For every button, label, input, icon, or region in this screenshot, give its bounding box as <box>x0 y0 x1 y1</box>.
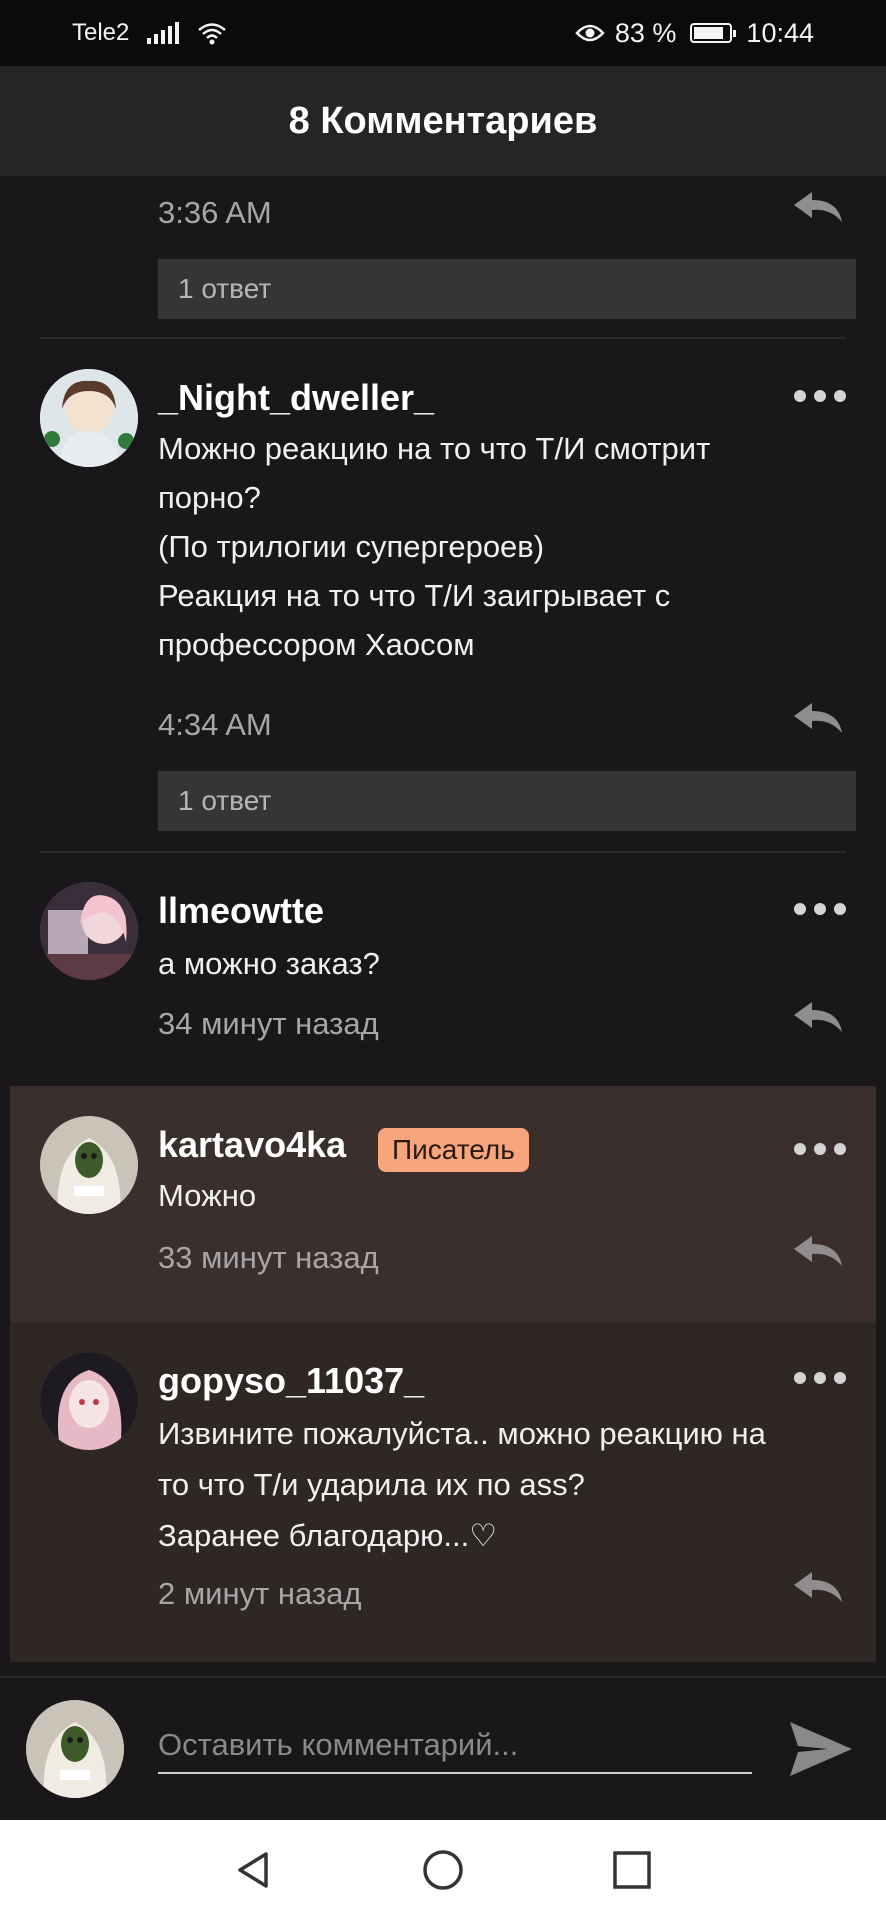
replies-count: 1 ответ <box>178 273 272 304</box>
comment-line: порно? <box>158 480 261 515</box>
avatar[interactable] <box>40 1352 138 1450</box>
comment-line: Заранее благодарю...♡ <box>158 1518 497 1553</box>
avatar[interactable] <box>40 882 138 980</box>
system-nav-bar <box>0 1820 886 1920</box>
comment-line: Можно реакцию на то что Т/И смотрит <box>158 431 711 466</box>
comment-line: Извините пожалуйста.. можно реакцию на <box>158 1416 766 1451</box>
comment-username[interactable]: llmeowtte <box>158 890 324 932</box>
comment-item: kartavo4ka Писатель Можно 33 минут назад <box>10 1086 876 1322</box>
avatar <box>26 1700 124 1798</box>
avatar[interactable] <box>40 1116 138 1214</box>
reply-icon[interactable] <box>790 1570 846 1604</box>
eye-icon <box>575 24 605 42</box>
wifi-icon <box>198 23 227 45</box>
comment-time: 34 минут назад <box>158 1006 379 1041</box>
comment-input[interactable]: Оставить комментарий... <box>158 1718 752 1774</box>
battery-percent: 83 % <box>614 17 677 48</box>
reply-icon[interactable] <box>790 190 846 224</box>
author-badge: Писатель <box>378 1128 529 1172</box>
comment-composer: Оставить комментарий... <box>0 1676 886 1820</box>
more-icon[interactable] <box>794 1143 846 1155</box>
page-title: 8 Комментариев <box>288 99 598 142</box>
comment-line: (По трилогии супергероев) <box>158 529 545 564</box>
replies-count: 1 ответ <box>178 785 272 816</box>
comments-screen: Tele2 83 % 10:44 8 Комментариев 3:36 AM … <box>0 0 886 1920</box>
comment-text: а можно заказ? <box>158 939 846 988</box>
reply-icon[interactable] <box>790 701 846 735</box>
reply-icon[interactable] <box>790 1000 846 1034</box>
comment-text: Можно <box>158 1171 836 1220</box>
carrier-label: Tele2 <box>72 19 130 46</box>
more-icon[interactable] <box>794 390 846 402</box>
comment-time: 33 минут назад <box>158 1240 379 1275</box>
reply-icon[interactable] <box>790 1234 846 1268</box>
comment-text: Можно реакцию на то что Т/И смотрит порн… <box>158 424 846 669</box>
comments-header: 8 Комментариев <box>0 66 886 176</box>
comment-username[interactable]: _Night_dweller_ <box>158 377 434 419</box>
recents-icon[interactable] <box>610 1848 654 1892</box>
replies-toggle[interactable]: 1 ответ <box>158 259 856 319</box>
comment-time: 4:34 AM <box>158 707 272 742</box>
more-icon[interactable] <box>794 1372 846 1384</box>
replies-toggle[interactable]: 1 ответ <box>158 771 856 831</box>
battery-icon <box>690 23 737 43</box>
comment-line: то что Т/и ударила их по ass? <box>158 1467 585 1502</box>
status-bar: Tele2 83 % 10:44 <box>0 0 886 66</box>
comment-item: llmeowtte а можно заказ? 34 минут назад <box>0 854 886 1086</box>
home-icon[interactable] <box>421 1848 465 1892</box>
comment-username[interactable]: gopyso_11037_ <box>158 1360 424 1402</box>
comment-time: 3:36 AM <box>158 195 272 230</box>
comment-text: Извините пожалуйста.. можно реакцию на т… <box>158 1408 836 1561</box>
avatar[interactable] <box>40 369 138 467</box>
comments-list[interactable]: 3:36 AM 1 ответ _Night_dweller_ Можно ре… <box>0 176 886 1676</box>
comment-username[interactable]: kartavo4ka <box>158 1124 346 1166</box>
signal-icon <box>147 22 180 44</box>
comment-line: Реакция на то что Т/И заигрывает с <box>158 578 671 613</box>
comment-line: профессором Хаосом <box>158 627 475 662</box>
comment-item: 3:36 AM 1 ответ <box>0 176 886 339</box>
comment-item: gopyso_11037_ Извините пожалуйста.. можн… <box>10 1322 876 1662</box>
clock: 10:44 <box>746 17 814 48</box>
comment-line: а можно заказ? <box>158 946 380 981</box>
comment-input-placeholder: Оставить комментарий... <box>158 1727 519 1762</box>
comment-line: Можно <box>158 1178 257 1213</box>
back-icon[interactable] <box>232 1848 276 1892</box>
comment-item: _Night_dweller_ Можно реакцию на то что … <box>0 339 886 854</box>
more-icon[interactable] <box>794 903 846 915</box>
send-icon[interactable] <box>786 1714 856 1784</box>
divider <box>40 851 846 853</box>
comment-time: 2 минут назад <box>158 1576 362 1611</box>
